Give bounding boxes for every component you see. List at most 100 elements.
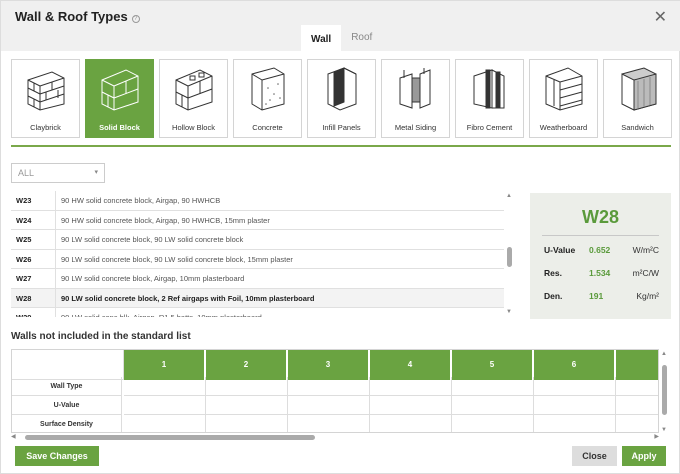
type-metal-siding[interactable]: Metal Siding (381, 59, 450, 138)
table-row[interactable]: W24 90 HW solid concrete block, Airgap, 9… (11, 210, 504, 230)
grid-row-label: Surface Density (12, 415, 122, 432)
scroll-left-icon[interactable]: ◀ (11, 433, 16, 440)
chevron-down-icon: ▾ (94, 169, 98, 176)
grid-column-header[interactable]: 6 (534, 350, 616, 380)
dialog-header: Wall & Roof Types? ✕ Wall Roof (1, 1, 680, 51)
type-filter-dropdown[interactable]: ALL ▾ (11, 163, 105, 183)
tab-wall[interactable]: Wall (301, 25, 342, 51)
close-icon[interactable]: ✕ (654, 7, 667, 27)
grid-cell[interactable] (616, 396, 658, 415)
table-row[interactable]: W26 90 LW solid concrete block, 90 LW sol… (11, 249, 504, 269)
grid-cell[interactable] (616, 415, 658, 432)
dialog-title: Wall & Roof Types? (15, 9, 140, 24)
grid-cell[interactable] (288, 396, 370, 415)
scroll-up-icon[interactable]: ▲ (661, 351, 667, 357)
grid-cell[interactable] (616, 377, 658, 396)
type-label: Hollow Block (172, 123, 215, 132)
grid-column-header[interactable]: 4 (370, 350, 452, 380)
apply-button[interactable]: Apply (622, 446, 666, 466)
grid-row-label: U-Value (12, 396, 122, 415)
scroll-thumb[interactable] (507, 247, 512, 267)
scroll-right-icon[interactable]: ▶ (654, 433, 659, 440)
grid-cell[interactable] (124, 415, 206, 432)
grid-column-header[interactable]: 5 (452, 350, 534, 380)
grid-vertical-scrollbar[interactable]: ▲ ▼ (661, 351, 669, 433)
grid-corner (12, 350, 124, 380)
table-row[interactable]: W27 90 LW solid concrete block, Airgap, 1… (11, 269, 504, 289)
detail-uvalue: U-Value 0.652 W/m²C (544, 245, 659, 255)
scroll-up-icon[interactable]: ▲ (506, 193, 512, 199)
grid-cell[interactable] (452, 415, 534, 432)
close-button[interactable]: Close (572, 446, 617, 466)
type-claybrick[interactable]: Claybrick (11, 59, 80, 138)
grid-cell[interactable] (452, 396, 534, 415)
type-label: Infill Panels (322, 123, 361, 132)
type-concrete[interactable]: Concrete (233, 59, 302, 138)
grid-row-label: Wall Type (12, 377, 122, 396)
type-label: Solid Block (99, 123, 140, 132)
type-label: Metal Siding (394, 123, 437, 132)
wall-list-scrollbar[interactable]: ▲ ▼ (506, 193, 514, 315)
help-icon[interactable]: ? (131, 15, 140, 23)
grid-cell[interactable] (534, 396, 616, 415)
grid-cell[interactable] (534, 415, 616, 432)
wall-list: W23 90 HW solid concrete block, Airgap, 9… (11, 191, 504, 317)
detail-resistance: Res. 1.534 m²C/W (544, 268, 659, 278)
tab-roof[interactable]: Roof (341, 25, 382, 51)
scroll-down-icon[interactable]: ▼ (506, 309, 512, 315)
section-title: Walls not included in the standard list (11, 331, 191, 342)
hollow-block-icon (175, 69, 213, 111)
detail-density: Den. 191 Kg/m² (544, 291, 659, 301)
type-weatherboard[interactable]: Weatherboard (529, 59, 598, 138)
grid-cell[interactable] (124, 396, 206, 415)
scroll-thumb[interactable] (662, 365, 667, 415)
grid-cell[interactable] (288, 415, 370, 432)
wall-type-selector: Claybrick Solid Block Hollow Block Concr… (11, 59, 672, 138)
grid-cell[interactable] (452, 377, 534, 396)
grid-cell[interactable] (370, 415, 452, 432)
grid-horizontal-scrollbar[interactable]: ◀ ▶ (11, 434, 659, 442)
detail-divider (542, 235, 659, 236)
grid-cell[interactable] (288, 377, 370, 396)
table-row[interactable]: W2990 LW solid conc blk, Airgap, R1.5 ba… (11, 308, 504, 317)
grid-cell[interactable] (370, 377, 452, 396)
grid-column-header[interactable]: 1 (124, 350, 206, 380)
type-infill-panels[interactable]: Infill Panels (307, 59, 376, 138)
scroll-down-icon[interactable]: ▼ (661, 427, 667, 433)
type-fibro-cement[interactable]: Fibro Cement (455, 59, 524, 138)
wall-roof-types-dialog: Wall & Roof Types? ✕ Wall Roof Claybrick (0, 0, 680, 474)
type-sandwich[interactable]: Sandwich (603, 59, 672, 138)
wall-detail-panel: W28 U-Value 0.652 W/m²C Res. 1.534 m²C/W… (530, 193, 671, 319)
weatherboard-icon (545, 67, 583, 111)
scroll-thumb[interactable] (25, 435, 315, 440)
solid-block-icon (101, 69, 139, 111)
section-divider (11, 145, 671, 147)
type-label: Fibro Cement (466, 123, 513, 132)
type-label: Sandwich (621, 123, 654, 132)
fibro-cement-icon (473, 69, 505, 109)
grid-cell[interactable] (206, 415, 288, 432)
table-row[interactable]: W23 90 HW solid concrete block, Airgap, 9… (11, 191, 504, 211)
grid-column-header[interactable]: 2 (206, 350, 288, 380)
type-label: Claybrick (30, 123, 61, 132)
grid-cell[interactable] (124, 377, 206, 396)
grid-cell[interactable] (534, 377, 616, 396)
table-row-selected[interactable]: W28 90 LW solid concrete block, 2 Ref air… (11, 288, 504, 308)
type-hollow-block[interactable]: Hollow Block (159, 59, 228, 138)
type-solid-block[interactable]: Solid Block (85, 59, 154, 138)
tab-bar: Wall Roof (301, 25, 382, 51)
save-changes-button[interactable]: Save Changes (15, 446, 99, 466)
grid-cell[interactable] (370, 396, 452, 415)
type-label: Concrete (252, 123, 283, 132)
grid-cell[interactable] (206, 377, 288, 396)
concrete-icon (251, 67, 285, 111)
grid-cell[interactable] (206, 396, 288, 415)
type-label: Weatherboard (539, 123, 588, 132)
infill-panels-icon (327, 67, 357, 111)
metal-siding-icon (399, 68, 431, 109)
grid-column-header[interactable]: 3 (288, 350, 370, 380)
grid-column-header-partial[interactable] (616, 350, 658, 380)
sandwich-icon (621, 67, 657, 111)
custom-walls-grid: 1 2 3 4 5 6 Wall Type U-Value Surface De… (11, 349, 659, 433)
table-row[interactable]: W25 90 LW solid concrete block, 90 LW sol… (11, 230, 504, 250)
